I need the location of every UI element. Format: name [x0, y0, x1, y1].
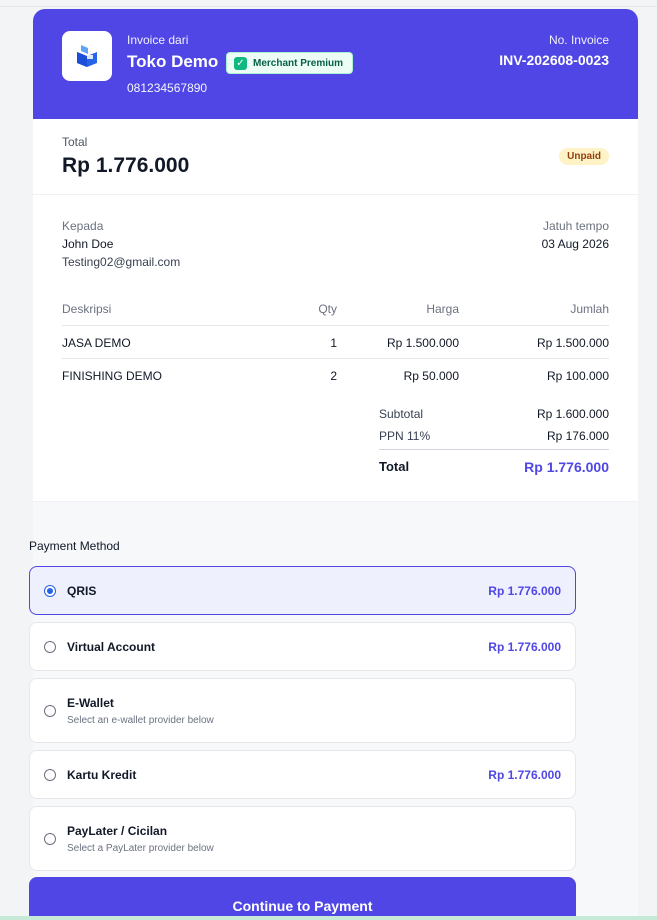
- subtotal-label: Subtotal: [379, 407, 424, 421]
- payment-option-name: E-Wallet: [67, 696, 114, 710]
- payment-option-name: QRIS: [67, 584, 97, 598]
- check-icon: ✓: [234, 56, 247, 70]
- table-header: Deskripsi Qty Harga Jumlah: [62, 292, 609, 326]
- recipient-email: Testing02@gmail.com: [62, 255, 181, 269]
- payment-option-e-wallet[interactable]: E-Wallet Select an e-wallet provider bel…: [29, 678, 576, 743]
- payment-option-price: Rp 1.776.000: [488, 640, 561, 654]
- invoice-from-label: Invoice dari: [127, 33, 189, 47]
- tax-value: Rp 176.000: [546, 429, 609, 443]
- payment-option-name: Virtual Account: [67, 640, 156, 654]
- col-amount: Jumlah: [570, 302, 609, 316]
- totals-divider: [379, 449, 609, 450]
- payment-option-subtext: Select an e-wallet provider below: [67, 715, 214, 726]
- table-row: JASA DEMO 1 Rp 1.500.000 Rp 1.500.000: [62, 326, 609, 359]
- payment-option-price: Rp 1.776.000: [488, 768, 561, 782]
- payment-option-name: Kartu Kredit: [67, 768, 137, 782]
- table-row: FINISHING DEMO 2 Rp 50.000 Rp 100.000: [62, 359, 609, 392]
- bottom-border: [0, 916, 657, 920]
- col-description: Deskripsi: [62, 302, 112, 316]
- store-logo-icon: [62, 31, 112, 81]
- grand-total-value: Rp 1.776.000: [524, 459, 609, 475]
- col-price: Harga: [426, 302, 459, 316]
- recipient-name: John Doe: [62, 237, 114, 251]
- payment-option-kartu-kredit[interactable]: Kartu Kredit Rp 1.776.000: [29, 750, 576, 799]
- invoice-number-label: No. Invoice: [548, 33, 609, 47]
- merchant-name: Toko Demo: [127, 52, 219, 71]
- radio[interactable]: [44, 641, 56, 653]
- radio[interactable]: [44, 705, 56, 717]
- subtotal-value: Rp 1.600.000: [536, 407, 609, 421]
- top-border: [0, 6, 657, 7]
- radio-selected[interactable]: [44, 585, 56, 597]
- total-amount: Rp 1.776.000: [62, 154, 190, 177]
- item-description: FINISHING DEMO: [62, 369, 163, 383]
- payment-option-subtext: Select a PayLater provider below: [67, 843, 214, 854]
- grand-total-label: Total: [379, 459, 410, 474]
- continue-to-payment-button[interactable]: Continue to Payment: [29, 877, 576, 920]
- item-price: Rp 1.500.000: [386, 336, 459, 350]
- recipient-label: Kepada: [62, 219, 104, 233]
- divider: [33, 194, 638, 195]
- payment-option-virtual-account[interactable]: Virtual Account Rp 1.776.000: [29, 622, 576, 671]
- merchant-badge-label: Merchant Premium: [253, 57, 344, 69]
- item-amount: Rp 1.500.000: [536, 336, 609, 350]
- payment-method-title: Payment Method: [29, 539, 120, 553]
- item-price: Rp 50.000: [403, 369, 459, 383]
- status-badge: Unpaid: [559, 148, 609, 165]
- merchant-premium-badge: ✓ Merchant Premium: [226, 52, 354, 74]
- payment-option-qris[interactable]: QRIS Rp 1.776.000: [29, 566, 576, 615]
- due-date-label: Jatuh tempo: [542, 219, 609, 233]
- payment-option-price: Rp 1.776.000: [488, 584, 561, 598]
- merchant-phone: 081234567890: [127, 81, 208, 95]
- payment-option-name: PayLater / Cicilan: [67, 824, 168, 838]
- invoice-header: Invoice dari Toko Demo ✓ Merchant Premiu…: [33, 9, 638, 119]
- item-qty: 1: [330, 336, 337, 350]
- invoice-number: INV-202608-0023: [499, 52, 609, 68]
- total-label: Total: [62, 135, 88, 149]
- radio[interactable]: [44, 769, 56, 781]
- tax-label: PPN 11%: [379, 429, 431, 443]
- due-date: 03 Aug 2026: [541, 237, 609, 251]
- payment-option-paylater[interactable]: PayLater / Cicilan Select a PayLater pro…: [29, 806, 576, 871]
- radio[interactable]: [44, 833, 56, 845]
- items-table: Deskripsi Qty Harga Jumlah JASA DEMO 1 R…: [62, 292, 609, 392]
- col-qty: Qty: [318, 302, 337, 316]
- item-qty: 2: [330, 369, 337, 383]
- item-amount: Rp 100.000: [546, 369, 609, 383]
- item-description: JASA DEMO: [62, 336, 131, 350]
